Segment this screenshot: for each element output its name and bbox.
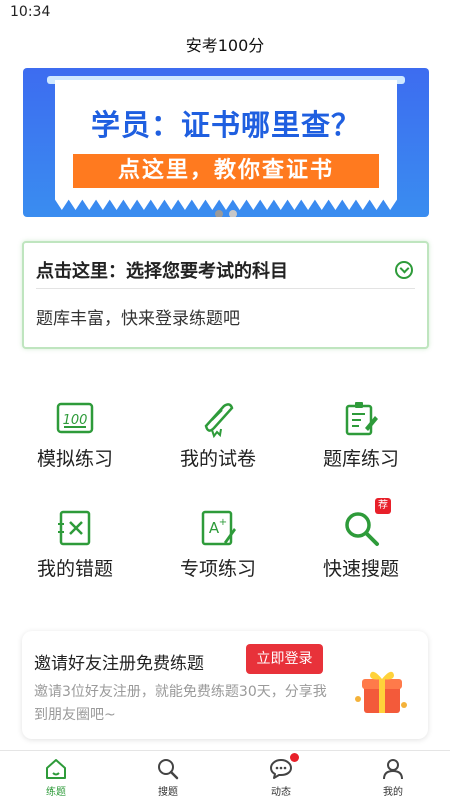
chevron-down-icon [395, 261, 413, 279]
notification-dot [290, 753, 299, 762]
search-icon [156, 757, 180, 781]
feature-quick-search[interactable]: 荐 快速搜题 [286, 498, 436, 590]
person-icon [381, 757, 405, 781]
subject-card-description: 题库丰富，快来登录练题吧 [36, 309, 240, 329]
feature-label: 快速搜题 [322, 558, 399, 580]
feature-label: 题库练习 [322, 448, 399, 470]
subject-select-card[interactable]: 点击这里：选择您要考试的科目 题库丰富，快来登录练题吧 [22, 241, 429, 349]
tab-feed[interactable]: 动态 [225, 751, 337, 801]
tab-profile[interactable]: 我的 [337, 751, 449, 801]
tab-label: 搜题 [158, 787, 178, 798]
banner-cta: 点这里，教你查证书 [73, 154, 379, 188]
score-100-icon: 100 [55, 398, 95, 438]
feature-label: 模拟练习 [36, 448, 113, 470]
svg-text:100: 100 [63, 413, 88, 428]
svg-text:+: + [219, 517, 227, 528]
promo-banner[interactable]: 学员：证书哪里查？ 点这里，教你查证书 [23, 68, 429, 217]
feature-special-practice[interactable]: A + 专项练习 [143, 500, 293, 590]
tab-practice[interactable]: 练题 [0, 751, 112, 801]
feature-my-papers[interactable]: 我的试卷 [143, 390, 293, 480]
notebook-pen-icon [341, 398, 381, 438]
feature-wrong-answers[interactable]: 我的错题 [0, 500, 150, 590]
chat-bubble-icon [269, 753, 299, 781]
subject-card-title: 点击这里：选择您要考试的科目 [36, 261, 288, 282]
feature-label: 我的错题 [36, 558, 113, 580]
wrong-answer-icon [55, 508, 95, 548]
tab-label: 动态 [271, 787, 291, 798]
feature-label: 我的试卷 [179, 448, 256, 470]
banner-paper: 学员：证书哪里查？ 点这里，教你查证书 [55, 80, 397, 210]
feature-mock-practice[interactable]: 100 模拟练习 [0, 390, 150, 480]
recommend-badge: 荐 [375, 498, 391, 514]
tab-label: 练题 [46, 787, 66, 798]
banner-dot-2[interactable] [229, 210, 237, 217]
page-title: 安考100分 [185, 36, 265, 55]
gift-box-icon [350, 661, 412, 717]
scroll-diploma-icon [198, 398, 238, 439]
invite-card[interactable]: 邀请好友注册免费练题 立即登录 邀请3位好友注册，就能免费练题30天，分享我到朋… [22, 631, 428, 739]
banner-dot-1[interactable] [215, 210, 223, 217]
tab-search[interactable]: 搜题 [112, 751, 224, 801]
search-icon: 荐 [341, 498, 391, 548]
invite-title: 邀请好友注册免费练题 [34, 654, 204, 674]
banner-headline: 学员：证书哪里查？ [90, 108, 361, 142]
status-time: 10:34 [10, 4, 51, 20]
status-bar: 10:34 [0, 0, 450, 26]
grade-a-plus-icon: A + [198, 508, 238, 548]
invite-description: 邀请3位好友注册，就能免费练题30天，分享我到朋友圈吧~ [34, 684, 327, 723]
home-icon [44, 757, 68, 781]
feature-question-bank[interactable]: 题库练习 [286, 390, 436, 480]
divider [36, 288, 415, 289]
feature-label: 专项练习 [179, 558, 256, 580]
login-button[interactable]: 立即登录 [246, 644, 323, 674]
banner-pagination [23, 203, 429, 217]
tab-label: 我的 [383, 787, 403, 798]
bottom-tab-bar: 练题 搜题 动态 我的 [0, 750, 450, 800]
